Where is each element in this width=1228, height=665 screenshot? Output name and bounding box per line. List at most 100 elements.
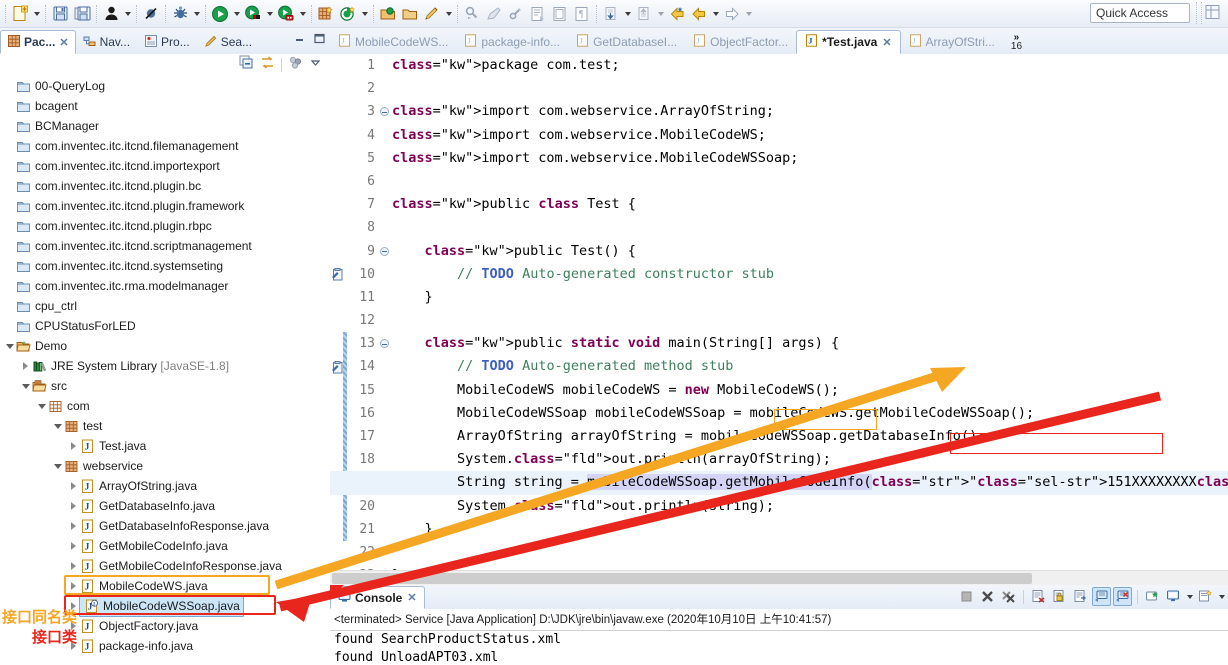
tree-item-com-inventec-itc-itcnd-plugin-framework[interactable]: com.inventec.itc.itcnd.plugin.framework (0, 196, 330, 216)
block-selection-icon[interactable] (549, 3, 571, 25)
debug-bug-icon[interactable] (169, 3, 191, 25)
expand-triangle-icon[interactable] (68, 516, 79, 536)
previous-annotation-icon[interactable] (483, 3, 505, 25)
tree-item-test[interactable]: test (0, 416, 330, 436)
editor-tab-test-java[interactable]: J *Test.java ✕ (796, 30, 900, 54)
mark-occurrences-icon[interactable] (527, 3, 549, 25)
toolbar-drag-handle[interactable] (1196, 2, 1202, 24)
tree-item-jre-system-library[interactable]: JRE System Library [JavaSE-1.8] (0, 356, 330, 376)
new-file-dropdown-arrow[interactable] (31, 3, 42, 25)
user-dropdown-arrow[interactable] (122, 3, 133, 25)
run-play-icon[interactable] (209, 3, 231, 25)
search-dropdown-arrow[interactable] (443, 3, 454, 25)
expand-triangle-icon[interactable] (68, 476, 79, 496)
tab-navigator[interactable]: Nav... (76, 30, 137, 54)
up-arrow-dropdown[interactable] (655, 3, 666, 25)
todo-task-marker-icon[interactable] (330, 356, 345, 379)
quick-access-input[interactable]: Quick Access (1090, 3, 1190, 23)
tree-item-cpustatusforled[interactable]: CPUStatusForLED (0, 316, 330, 336)
collapse-triangle-icon[interactable] (52, 416, 63, 436)
display-console-icon[interactable] (1164, 587, 1183, 606)
tree-item-com-inventec-itc-itcnd-importexport[interactable]: com.inventec.itc.itcnd.importexport (0, 156, 330, 176)
pin-console-icon[interactable] (1143, 587, 1162, 606)
show-console-output-icon[interactable] (1092, 587, 1111, 606)
collapse-all-icon[interactable] (239, 55, 254, 75)
fold-toggle-icon[interactable] (378, 332, 390, 355)
tree-item-arrayofstring-java[interactable]: JArrayOfString.java (0, 476, 330, 496)
editor-tab-objectfactory[interactable]: J ObjectFactor... (685, 30, 796, 54)
whitespace-icon[interactable]: ¶ (571, 3, 593, 25)
more-editor-tabs-button[interactable]: » 16 (1003, 30, 1030, 54)
tree-item-00-querylog[interactable]: 00-QueryLog (0, 76, 330, 96)
scrollbar-thumb[interactable] (332, 573, 1032, 584)
editor-tab-package-info[interactable]: J package-info... (456, 30, 568, 54)
open-task-icon[interactable] (399, 3, 421, 25)
tree-item-com-inventec-itc-itcnd-systemseting[interactable]: com.inventec.itc.itcnd.systemseting (0, 256, 330, 276)
word-wrap-icon[interactable] (1071, 587, 1090, 606)
open-type-icon[interactable] (377, 3, 399, 25)
save-all-icon[interactable] (71, 3, 93, 25)
tree-item-com-inventec-itc-itcnd-filemanagement[interactable]: com.inventec.itc.itcnd.filemanagement (0, 136, 330, 156)
expand-triangle-icon[interactable] (68, 556, 79, 576)
expand-triangle-icon[interactable] (68, 496, 79, 516)
coverage-icon[interactable] (242, 3, 264, 25)
open-console-icon[interactable] (1196, 587, 1215, 606)
show-console-error-icon[interactable] (1113, 587, 1132, 606)
open-console-dropdown-arrow[interactable] (1217, 587, 1226, 606)
close-icon[interactable]: ✕ (407, 591, 416, 604)
save-icon[interactable] (49, 3, 71, 25)
last-edit-icon[interactable] (505, 3, 527, 25)
fold-toggle-icon[interactable] (378, 240, 390, 263)
next-annotation-icon[interactable] (461, 3, 483, 25)
tree-item-getmobilecodeinforesponse-java[interactable]: JGetMobileCodeInfoResponse.java (0, 556, 330, 576)
debug-dropdown-arrow[interactable] (191, 3, 202, 25)
collapse-triangle-icon[interactable] (36, 396, 47, 416)
forward-arrow-icon[interactable] (721, 3, 743, 25)
tab-problems[interactable]: Pro... (137, 30, 197, 54)
editor-tab-arrayofstring[interactable]: J ArrayOfStri... (901, 30, 1003, 54)
tree-item-test-java[interactable]: JTest.java (0, 436, 330, 456)
collapse-triangle-icon[interactable] (52, 456, 63, 476)
search-pen-icon[interactable] (421, 3, 443, 25)
expand-triangle-icon[interactable] (68, 536, 79, 556)
chevron-down-icon[interactable] (309, 56, 322, 74)
project-tree[interactable]: 00-QueryLogbcagentBCManagercom.inventec.… (0, 76, 330, 665)
tab-search[interactable]: Sea... (197, 30, 259, 54)
clear-console-icon[interactable] (1029, 587, 1048, 606)
remove-all-icon[interactable] (999, 587, 1018, 606)
open-perspective-button[interactable] (1204, 3, 1224, 23)
tree-item-cpu-ctrl[interactable]: cpu_ctrl (0, 296, 330, 316)
remove-launch-icon[interactable] (978, 587, 997, 606)
collapse-triangle-icon[interactable] (4, 336, 15, 356)
expand-triangle-icon[interactable] (68, 576, 79, 596)
maximize-icon[interactable] (313, 32, 326, 50)
display-console-dropdown-arrow[interactable] (1185, 587, 1194, 606)
tree-item-mobilecodews-java[interactable]: JMobileCodeWS.java (0, 576, 330, 596)
tree-item-getmobilecodeinfo-java[interactable]: JGetMobileCodeInfo.java (0, 536, 330, 556)
run-server-icon[interactable] (275, 3, 297, 25)
forward-arrow-dropdown[interactable] (743, 3, 754, 25)
tree-item-com-inventec-itc-itcnd-plugin-rbpc[interactable]: com.inventec.itc.itcnd.plugin.rbpc (0, 216, 330, 236)
minimize-icon[interactable] (293, 32, 306, 50)
tree-item-getdatabaseinforesponse-java[interactable]: JGetDatabaseInfoResponse.java (0, 516, 330, 536)
expand-triangle-icon[interactable] (68, 436, 79, 456)
expand-triangle-icon[interactable] (20, 356, 31, 376)
up-arrow-icon[interactable] (633, 3, 655, 25)
user-icon[interactable] (100, 3, 122, 25)
tree-item-webservice[interactable]: webservice (0, 456, 330, 476)
new-file-icon[interactable] (9, 3, 31, 25)
tree-item-bcmanager[interactable]: BCManager (0, 116, 330, 136)
tree-item-com[interactable]: com (0, 396, 330, 416)
tree-item-demo[interactable]: Demo (0, 336, 330, 356)
tree-item-src[interactable]: src (0, 376, 330, 396)
coverage-dropdown-arrow[interactable] (264, 3, 275, 25)
tab-package-explorer[interactable]: Pac... ✕ (0, 30, 76, 54)
new-class-dropdown-arrow[interactable] (359, 3, 370, 25)
editor-horizontal-scrollbar[interactable] (330, 570, 1228, 585)
run-dropdown-arrow[interactable] (231, 3, 242, 25)
tree-item-com-inventec-itc-itcnd-scriptmanagement[interactable]: com.inventec.itc.itcnd.scriptmanagement (0, 236, 330, 256)
back-yellow-arrow-icon[interactable] (666, 3, 688, 25)
back-arrow-dropdown[interactable] (710, 3, 721, 25)
console-output[interactable]: <terminated> Service [Java Application] … (330, 609, 1228, 665)
close-icon[interactable]: ✕ (882, 36, 891, 49)
